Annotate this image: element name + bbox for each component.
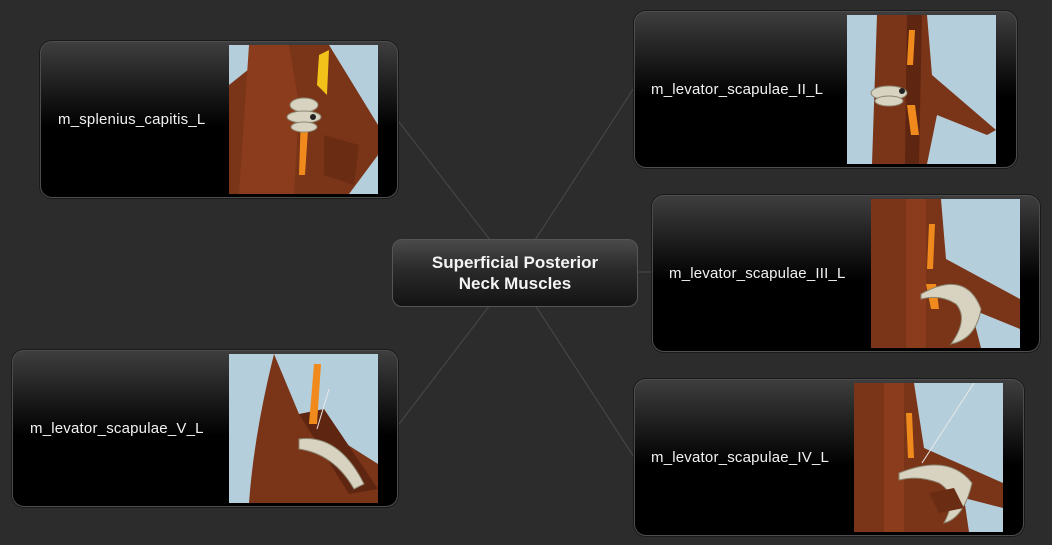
connector-splenius (395, 117, 491, 241)
central-topic-node[interactable]: Superficial Posterior Neck Muscles (392, 239, 638, 307)
levator-scapulae-v-thumbnail (229, 354, 378, 503)
node-levator-scapulae-ii[interactable]: m_levator_scapulae_II_L (634, 11, 1017, 168)
splenius-capitis-thumbnail (229, 45, 378, 194)
connector-levator-ii (534, 87, 635, 241)
node-label: m_splenius_capitis_L (58, 111, 206, 128)
node-label: m_levator_scapulae_V_L (30, 420, 204, 437)
central-topic-label: Superficial Posterior Neck Muscles (431, 253, 599, 293)
connector-levator-iv (534, 304, 635, 458)
node-label: m_levator_scapulae_III_L (669, 265, 846, 282)
node-levator-scapulae-iv[interactable]: m_levator_scapulae_IV_L (634, 379, 1024, 536)
levator-scapulae-ii-thumbnail (847, 15, 996, 164)
node-levator-scapulae-iii[interactable]: m_levator_scapulae_III_L (652, 195, 1040, 352)
node-label: m_levator_scapulae_II_L (651, 81, 824, 98)
levator-scapulae-iii-thumbnail (871, 199, 1020, 348)
connector-levator-v (395, 304, 491, 429)
node-label: m_levator_scapulae_IV_L (651, 449, 830, 466)
node-levator-scapulae-v[interactable]: m_levator_scapulae_V_L (12, 350, 398, 507)
node-splenius-capitis[interactable]: m_splenius_capitis_L (40, 41, 398, 198)
levator-scapulae-iv-thumbnail (854, 383, 1003, 532)
